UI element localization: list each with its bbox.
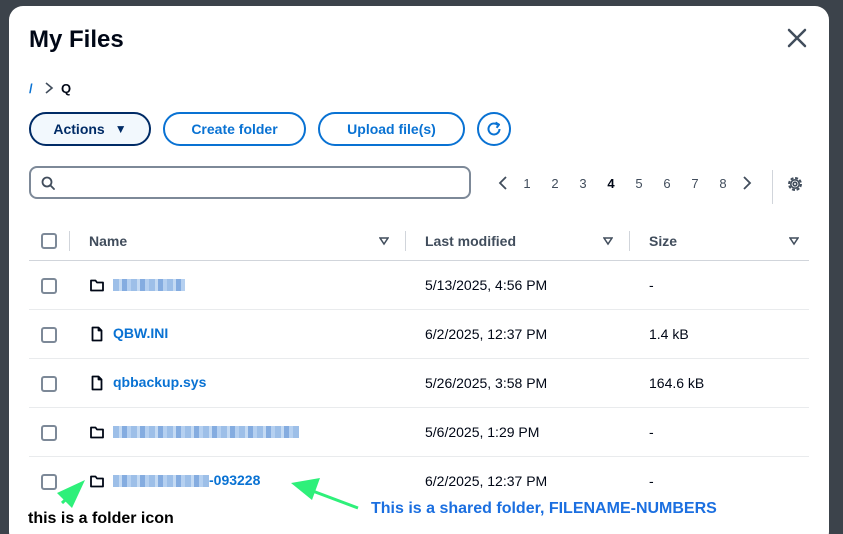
size-cell: - bbox=[649, 424, 654, 440]
column-header-size[interactable]: Size bbox=[649, 221, 677, 261]
search-icon bbox=[41, 176, 55, 190]
actions-dropdown-button[interactable]: Actions ▼ bbox=[29, 112, 151, 146]
column-header-name[interactable]: Name bbox=[89, 221, 127, 261]
my-files-modal: My Files / Q Actions ▼ Create folder Upl… bbox=[9, 6, 829, 534]
table-row[interactable]: QBW.INI 6/2/2025, 12:37 PM 1.4 kB bbox=[29, 310, 809, 359]
page-3[interactable]: 3 bbox=[569, 176, 597, 191]
row-checkbox[interactable] bbox=[41, 474, 57, 490]
sort-caret-icon[interactable] bbox=[603, 236, 613, 246]
breadcrumb-current: Q bbox=[61, 80, 72, 96]
page-5[interactable]: 5 bbox=[625, 176, 653, 191]
last-modified-cell: 6/2/2025, 12:37 PM bbox=[425, 326, 548, 342]
redacted-name bbox=[113, 279, 185, 292]
previous-page-button[interactable] bbox=[493, 173, 513, 193]
file-name-link[interactable] bbox=[113, 423, 299, 439]
file-name-link[interactable]: -093228 bbox=[113, 472, 260, 488]
last-modified-cell: 6/2/2025, 12:37 PM bbox=[425, 473, 548, 489]
row-checkbox[interactable] bbox=[41, 278, 57, 294]
row-checkbox[interactable] bbox=[41, 376, 57, 392]
breadcrumb-root-link[interactable]: / bbox=[29, 81, 39, 96]
table-row[interactable]: 5/13/2025, 4:56 PM - bbox=[29, 261, 809, 310]
table-row[interactable]: -093228 6/2/2025, 12:37 PM - bbox=[29, 457, 809, 506]
column-divider bbox=[69, 231, 70, 251]
chevron-left-icon bbox=[498, 176, 507, 190]
column-header-last-modified[interactable]: Last modified bbox=[425, 221, 516, 261]
table-header: Name Last modified Size bbox=[29, 221, 809, 261]
close-button[interactable] bbox=[785, 26, 809, 50]
annotation-shared-folder-note: This is a shared folder, FILENAME-NUMBER… bbox=[371, 500, 717, 517]
pager-divider bbox=[772, 170, 773, 204]
file-name-link[interactable]: QBW.INI bbox=[113, 325, 168, 341]
column-divider bbox=[405, 231, 406, 251]
file-name-link[interactable]: qbbackup.sys bbox=[113, 374, 206, 390]
last-modified-cell: 5/26/2025, 3:58 PM bbox=[425, 375, 548, 391]
redacted-name bbox=[113, 426, 299, 439]
sort-caret-icon[interactable] bbox=[379, 236, 389, 246]
preferences-button[interactable] bbox=[785, 174, 805, 194]
page-title: My Files bbox=[29, 26, 124, 53]
table-row[interactable]: 5/6/2025, 1:29 PM - bbox=[29, 408, 809, 457]
row-checkbox[interactable] bbox=[41, 327, 57, 343]
page-8[interactable]: 8 bbox=[709, 176, 737, 191]
refresh-icon bbox=[487, 121, 501, 136]
file-icon bbox=[91, 326, 103, 342]
size-cell: - bbox=[649, 277, 654, 293]
caret-down-icon: ▼ bbox=[114, 122, 127, 136]
file-icon bbox=[91, 375, 103, 391]
size-cell: - bbox=[649, 473, 654, 489]
table-row[interactable]: qbbackup.sys 5/26/2025, 3:58 PM 164.6 kB bbox=[29, 359, 809, 408]
size-cell: 164.6 kB bbox=[649, 375, 705, 391]
folder-icon bbox=[90, 426, 104, 439]
folder-icon bbox=[90, 279, 104, 292]
refresh-button[interactable] bbox=[477, 112, 511, 146]
page-1[interactable]: 1 bbox=[513, 176, 541, 191]
search-input[interactable] bbox=[63, 172, 463, 194]
size-cell: 1.4 kB bbox=[649, 326, 689, 342]
page-7[interactable]: 7 bbox=[681, 176, 709, 191]
next-page-button[interactable] bbox=[737, 173, 757, 193]
chevron-right-icon bbox=[743, 176, 752, 190]
annotation-folder-icon-note: this is a folder icon bbox=[28, 510, 174, 527]
pagination: 1 2 3 4 5 6 7 8 bbox=[493, 172, 757, 194]
last-modified-cell: 5/6/2025, 1:29 PM bbox=[425, 424, 540, 440]
page-2[interactable]: 2 bbox=[541, 176, 569, 191]
breadcrumb: / Q bbox=[29, 80, 71, 96]
sort-caret-icon[interactable] bbox=[789, 236, 799, 246]
file-name-link[interactable] bbox=[113, 276, 185, 292]
page-4-current[interactable]: 4 bbox=[597, 176, 625, 191]
last-modified-cell: 5/13/2025, 4:56 PM bbox=[425, 277, 548, 293]
create-folder-button[interactable]: Create folder bbox=[163, 112, 306, 146]
chevron-right-icon bbox=[45, 82, 54, 94]
page-6[interactable]: 6 bbox=[653, 176, 681, 191]
search-field bbox=[29, 166, 471, 199]
actions-label: Actions bbox=[53, 121, 105, 137]
gear-icon bbox=[788, 177, 802, 191]
select-all-checkbox[interactable] bbox=[41, 233, 57, 249]
upload-files-button[interactable]: Upload file(s) bbox=[318, 112, 465, 146]
column-divider bbox=[629, 231, 630, 251]
close-icon bbox=[787, 28, 807, 48]
redacted-name bbox=[113, 475, 209, 488]
files-table: Name Last modified Size 5/13/2025, 4:56 … bbox=[29, 221, 809, 506]
row-checkbox[interactable] bbox=[41, 425, 57, 441]
folder-icon bbox=[90, 475, 104, 488]
